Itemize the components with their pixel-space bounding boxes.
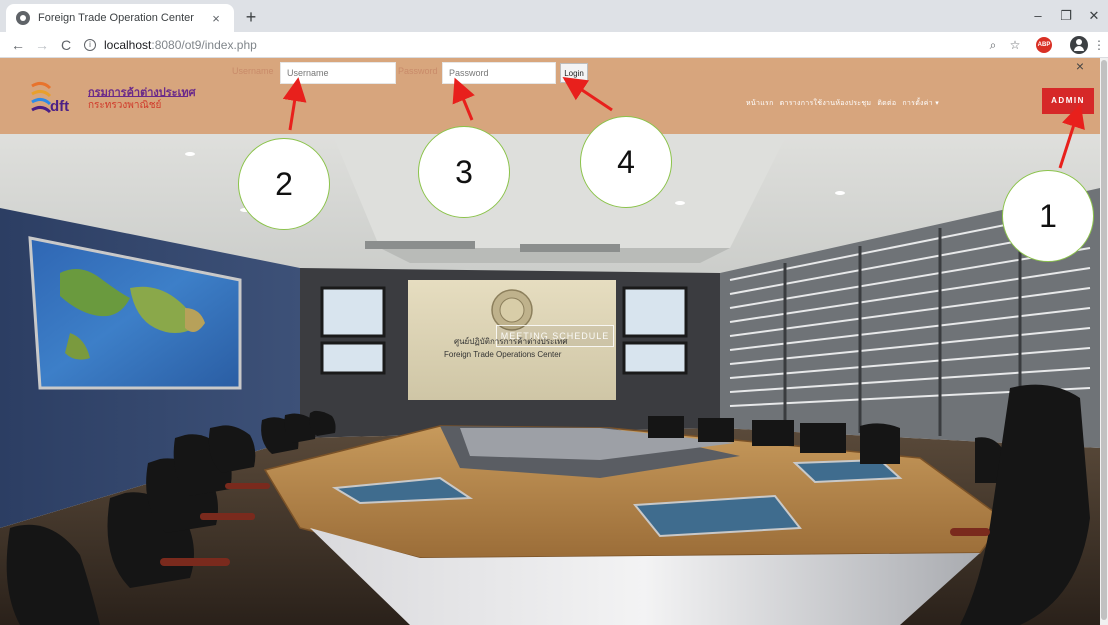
arrow-to-login xyxy=(562,77,613,112)
arrow-to-password xyxy=(452,77,475,121)
forward-button[interactable]: → xyxy=(32,35,52,55)
arrow-to-admin xyxy=(1058,103,1085,169)
adblock-icon[interactable]: ABP xyxy=(1036,37,1052,53)
menu-icon[interactable]: ⋮ xyxy=(1090,36,1108,54)
arrow-to-username xyxy=(282,77,307,131)
reload-button[interactable]: C xyxy=(56,35,76,55)
page: dft กรมการค้าต่างประเทศ กระทรวงพาณิชย์ U… xyxy=(0,58,1108,625)
callout-1: 1 xyxy=(1002,170,1094,262)
restore-button[interactable]: ❐ xyxy=(1052,6,1080,26)
callout-2: 2 xyxy=(238,138,330,230)
url-field[interactable]: i localhost:8080/ot9/index.php xyxy=(84,35,964,55)
info-icon[interactable]: i xyxy=(84,39,96,51)
address-bar: ← → C i localhost:8080/ot9/index.php ⌕ ☆… xyxy=(0,32,1108,58)
browser-tabstrip: Foreign Trade Operation Center × + – ❐ ✕ xyxy=(0,0,1108,32)
url-host: localhost xyxy=(104,38,152,52)
globe-icon xyxy=(16,11,30,25)
zoom-icon[interactable]: ⌕ xyxy=(984,36,1002,54)
minimize-button[interactable]: – xyxy=(1024,6,1052,26)
browser-tab[interactable]: Foreign Trade Operation Center × xyxy=(6,4,234,32)
close-tab-icon[interactable]: × xyxy=(208,11,224,26)
callout-4: 4 xyxy=(580,116,672,208)
callout-3: 3 xyxy=(418,126,510,218)
url-path: :8080/ot9/index.php xyxy=(151,38,257,52)
new-tab-button[interactable]: + xyxy=(240,6,262,28)
star-icon[interactable]: ☆ xyxy=(1006,36,1024,54)
annotation-arrows xyxy=(282,77,1085,169)
profile-icon[interactable] xyxy=(1070,36,1088,54)
window-close-button[interactable]: ✕ xyxy=(1080,6,1108,26)
back-button[interactable]: ← xyxy=(8,35,28,55)
tab-title: Foreign Trade Operation Center xyxy=(38,12,194,24)
